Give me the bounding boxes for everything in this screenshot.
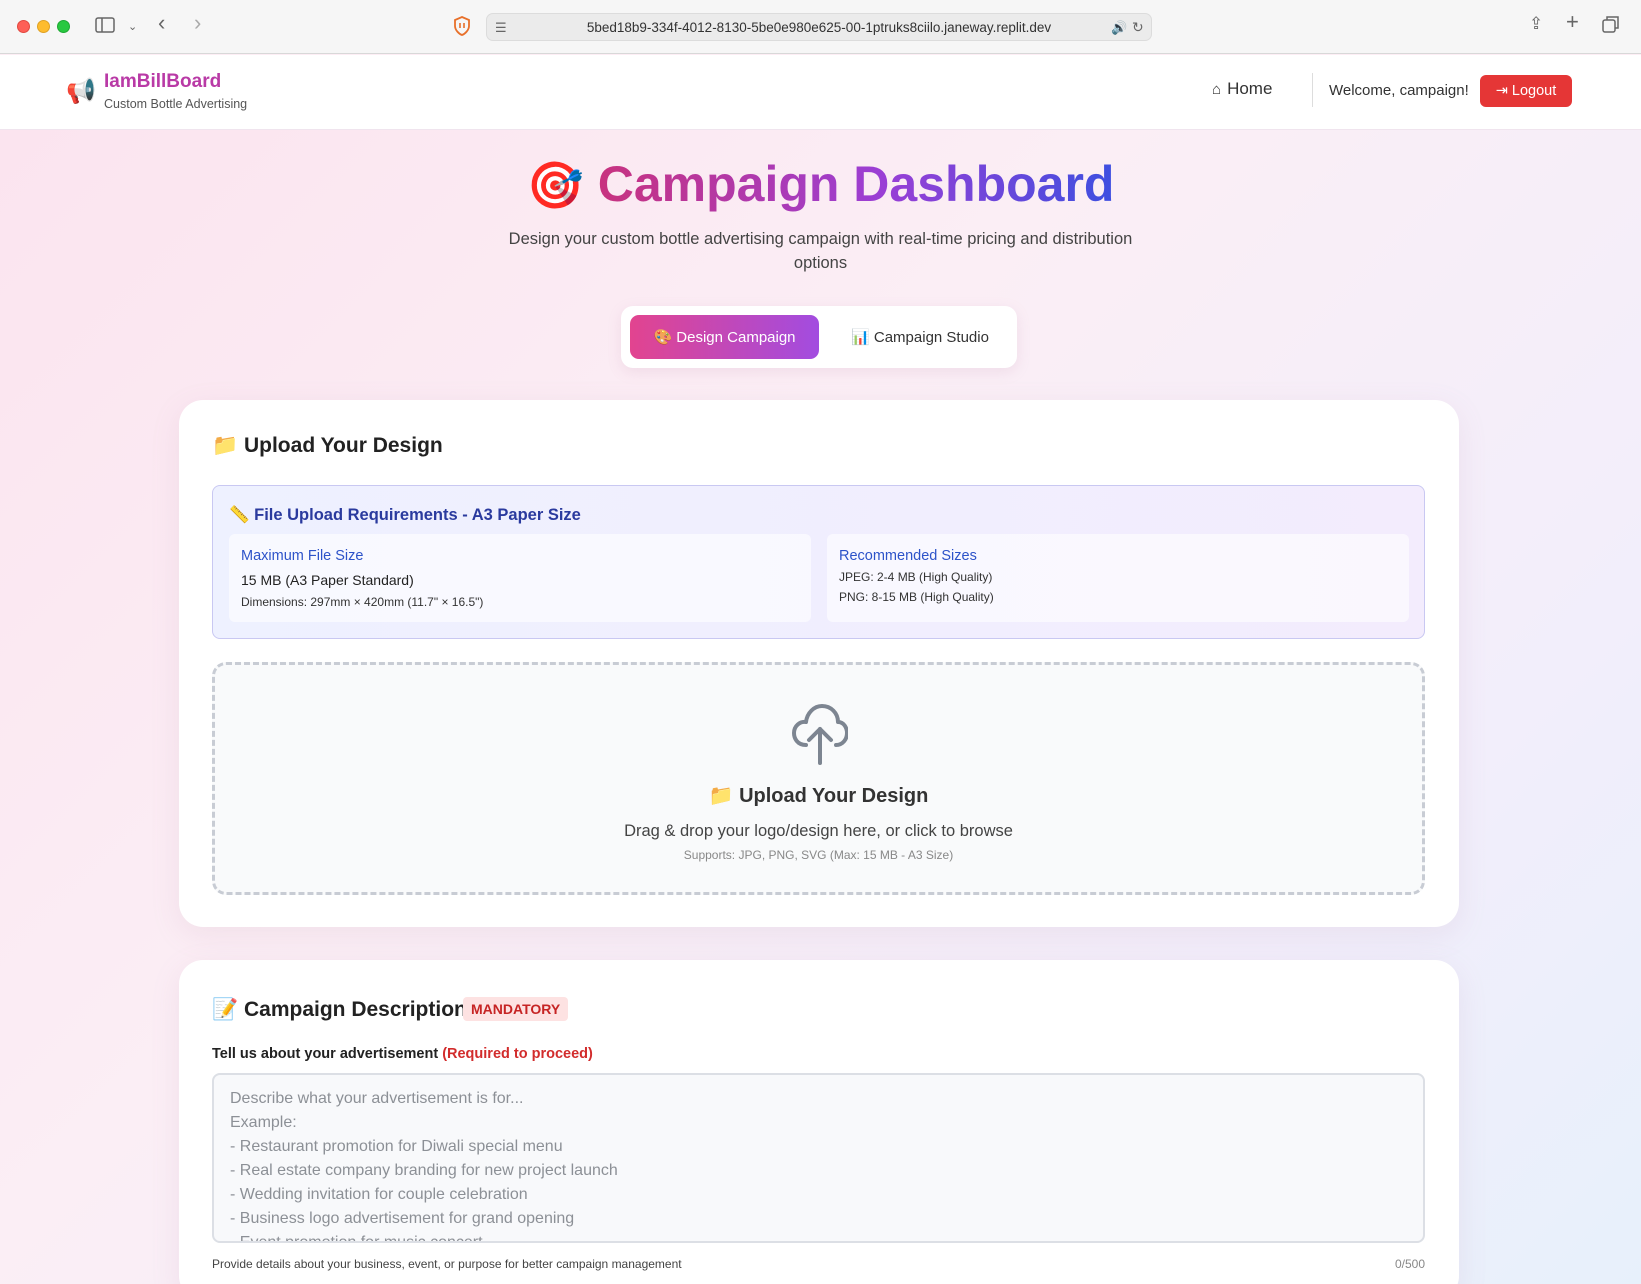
home-icon: ⌂ — [1212, 81, 1222, 98]
required-note: (Required to proceed) — [442, 1046, 593, 1062]
nav-home-link[interactable]: ⌂ Home — [1212, 79, 1272, 99]
max-size-value: 15 MB (A3 Paper Standard) — [241, 572, 414, 588]
recommended-sizes-label: Recommended Sizes — [839, 548, 977, 564]
logout-label: Logout — [1511, 83, 1557, 99]
dropzone-subtitle: Drag & drop your logo/design here, or cl… — [624, 822, 1013, 840]
close-window-button[interactable] — [17, 20, 30, 33]
brand-name[interactable]: IamBillBoard — [104, 71, 221, 93]
share-icon[interactable]: ⇪ — [1529, 15, 1543, 33]
dimensions-text: Dimensions: 297mm × 420mm (11.7" × 16.5"… — [241, 595, 484, 609]
back-icon[interactable]: ‹ — [158, 12, 165, 34]
url-text: 5bed18b9-334f-4012-8130-5be0e980e625-00-… — [586, 20, 1052, 35]
max-size-panel: Maximum File Size 15 MB (A3 Paper Standa… — [229, 534, 811, 622]
maximize-window-button[interactable] — [57, 20, 70, 33]
character-counter: 0/500 — [1394, 1257, 1425, 1271]
file-drop-zone[interactable]: 📁 Upload Your Design Drag & drop your lo… — [212, 662, 1425, 895]
minimize-window-button[interactable] — [37, 20, 50, 33]
sidebar-toggle-icon[interactable] — [95, 17, 115, 38]
recommended-png: PNG: 8-15 MB (High Quality) — [839, 590, 994, 604]
dropzone-supported-formats: Supports: JPG, PNG, SVG (Max: 15 MB - A3… — [683, 848, 954, 862]
nav-home-label: Home — [1227, 79, 1273, 98]
tab-overview-icon[interactable] — [1602, 15, 1620, 38]
browser-toolbar: ⌄ ‹ › ☰ 5bed18b9-334f-4012-8130-5be0e980… — [0, 0, 1641, 54]
recommended-jpeg: JPEG: 2-4 MB (High Quality) — [839, 570, 993, 584]
reload-icon[interactable]: ↻ — [1132, 18, 1144, 36]
description-textarea[interactable] — [212, 1073, 1425, 1243]
chevron-down-icon[interactable]: ⌄ — [128, 18, 137, 36]
description-help-text: Provide details about your business, eve… — [212, 1257, 682, 1271]
forward-icon[interactable]: › — [194, 12, 201, 34]
page-subtitle: Design your custom bottle advertising ca… — [508, 230, 1133, 272]
brand-tagline: Custom Bottle Advertising — [104, 97, 248, 111]
speaker-icon[interactable]: 🔊 — [1111, 19, 1127, 37]
tab-campaign-studio[interactable]: 📊 Campaign Studio — [831, 315, 1009, 359]
tab-design-campaign[interactable]: 🎨 Design Campaign — [630, 315, 819, 359]
welcome-text: Welcome, campaign! — [1329, 82, 1469, 99]
description-card: 📝 Campaign Description MANDATORY Tell us… — [179, 960, 1459, 1284]
logout-button[interactable]: ⇥ Logout — [1480, 75, 1572, 107]
upload-card: 📁 Upload Your Design 📏 File Upload Requi… — [179, 400, 1459, 927]
page-title-text: Campaign Dashboard — [597, 156, 1115, 212]
max-size-label: Maximum File Size — [241, 548, 364, 564]
requirements-box: 📏 File Upload Requirements - A3 Paper Si… — [212, 485, 1425, 639]
target-icon: 🎯 — [526, 159, 584, 211]
recommended-sizes-panel: Recommended Sizes JPEG: 2-4 MB (High Qua… — [827, 534, 1409, 622]
description-label: Tell us about your advertisement (Requir… — [212, 1046, 593, 1062]
mandatory-badge: MANDATORY — [463, 997, 569, 1021]
new-tab-icon[interactable]: + — [1566, 11, 1579, 33]
nav-divider — [1312, 73, 1313, 107]
requirements-title: 📏 File Upload Requirements - A3 Paper Si… — [229, 506, 581, 524]
page-title: 🎯 Campaign Dashboard — [0, 155, 1641, 213]
cloud-upload-icon — [792, 704, 848, 765]
dropzone-title: 📁 Upload Your Design — [708, 785, 929, 807]
upload-heading: 📁 Upload Your Design — [212, 434, 443, 457]
site-header: 📢 IamBillBoard Custom Bottle Advertising… — [0, 55, 1641, 130]
shield-icon[interactable] — [453, 16, 471, 36]
description-heading: 📝 Campaign Description — [212, 998, 467, 1021]
description-label-text: Tell us about your advertisement — [212, 1046, 439, 1062]
address-bar[interactable]: ☰ 5bed18b9-334f-4012-8130-5be0e980e625-0… — [486, 13, 1152, 41]
megaphone-icon: 📢 — [66, 78, 96, 105]
dashboard-tabs: 🎨 Design Campaign 📊 Campaign Studio — [621, 306, 1017, 368]
logout-icon: ⇥ — [1495, 83, 1512, 99]
